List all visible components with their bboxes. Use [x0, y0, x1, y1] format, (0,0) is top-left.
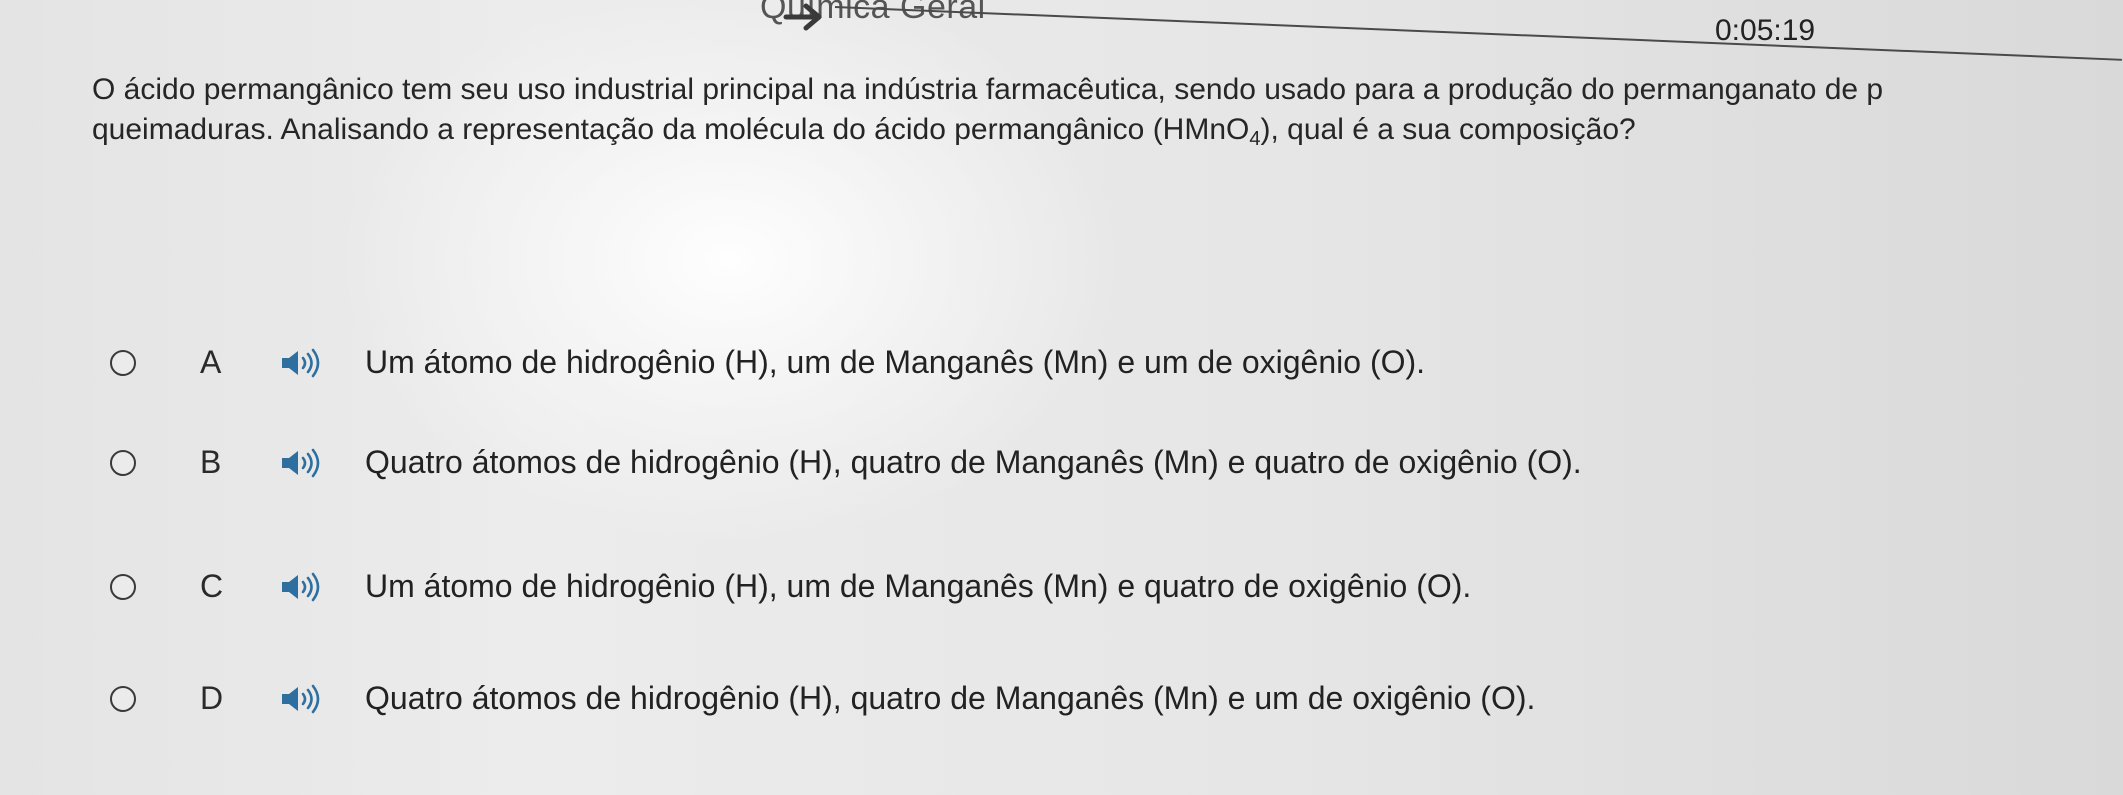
- speaker-icon[interactable]: [280, 448, 324, 478]
- formula-subscript: 4: [1249, 128, 1261, 150]
- option-text: Quatro átomos de hidrogênio (H), quatro …: [365, 680, 1536, 716]
- top-bar: Química Geral 0:05:19: [0, 0, 2123, 70]
- radio-button[interactable]: [110, 350, 136, 376]
- timer: 0:05:19: [1715, 14, 1816, 47]
- question-line-2-start: queimaduras. Analisando a representação …: [92, 113, 1250, 146]
- option-b[interactable]: B Quatro átomos de hidrogênio (H), quatr…: [110, 440, 2010, 496]
- option-d[interactable]: D Quatro átomos de hidrogênio (H), quatr…: [110, 676, 2010, 732]
- option-letter: A: [200, 344, 222, 380]
- question-line-1: O ácido permangânico tem seu uso industr…: [92, 73, 1884, 106]
- option-letter: D: [200, 680, 224, 716]
- option-text: Quatro átomos de hidrogênio (H), quatro …: [365, 444, 1582, 480]
- radio-button[interactable]: [110, 686, 136, 712]
- question-line-2: queimaduras. Analisando a representação …: [92, 110, 2102, 159]
- question-line-2-end: ), qual é a sua composição?: [1260, 113, 1636, 146]
- arrow-right-icon[interactable]: [782, 0, 828, 34]
- header-divider: [834, 6, 2122, 61]
- radio-button[interactable]: [110, 450, 136, 476]
- option-a[interactable]: A Um átomo de hidrogênio (H), um de Mang…: [110, 340, 2010, 396]
- option-text: Um átomo de hidrogênio (H), um de Mangan…: [365, 568, 1472, 604]
- speaker-icon[interactable]: [280, 684, 324, 714]
- option-c[interactable]: C Um átomo de hidrogênio (H), um de Mang…: [110, 564, 2010, 620]
- option-text: Um átomo de hidrogênio (H), um de Mangan…: [365, 344, 1426, 380]
- speaker-icon[interactable]: [280, 348, 324, 378]
- radio-button[interactable]: [110, 574, 136, 600]
- question-text: O ácido permangânico tem seu uso industr…: [92, 70, 2102, 159]
- speaker-icon[interactable]: [280, 572, 324, 602]
- option-letter: B: [200, 444, 222, 480]
- option-letter: C: [200, 568, 224, 604]
